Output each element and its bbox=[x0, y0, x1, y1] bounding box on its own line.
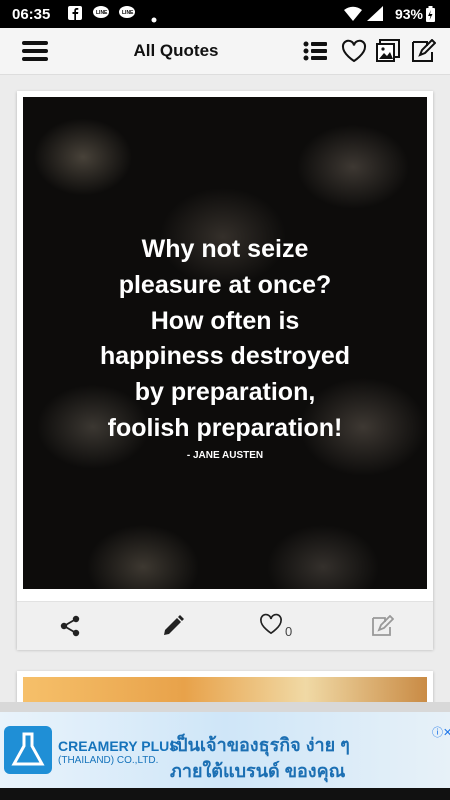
ad-banner-image[interactable]: CREAMERY PLUS (THAILAND) CO.,LTD. เป็นเจ… bbox=[0, 712, 450, 790]
quote-text: Why not seize pleasure at once? How ofte… bbox=[23, 232, 427, 447]
ad-banner[interactable]: CREAMERY PLUS (THAILAND) CO.,LTD. เป็นเจ… bbox=[0, 702, 450, 800]
edit-icon[interactable] bbox=[370, 614, 394, 638]
gallery-icon[interactable] bbox=[373, 36, 403, 66]
card-actions: 0 bbox=[17, 601, 433, 650]
app-bar: All Quotes bbox=[0, 28, 450, 75]
dot-icon bbox=[151, 10, 157, 26]
ad-brand-sub: (THAILAND) CO.,LTD. bbox=[58, 755, 159, 766]
quote-line: foolish preparation! bbox=[107, 413, 343, 442]
heart-icon[interactable] bbox=[339, 36, 369, 66]
quote-line: pleasure at once? bbox=[118, 270, 332, 299]
wifi-icon bbox=[344, 6, 362, 24]
quote-line: Why not seize bbox=[141, 235, 309, 263]
edit-icon[interactable] bbox=[408, 36, 438, 66]
quote-image[interactable]: Why not seize pleasure at once? How ofte… bbox=[23, 97, 427, 589]
pencil-icon[interactable] bbox=[162, 614, 184, 638]
signal-icon bbox=[367, 6, 383, 24]
battery-percent: 93% bbox=[394, 6, 423, 22]
quote-line: How often is bbox=[150, 306, 300, 335]
quote-author: - JANE AUSTEN bbox=[186, 450, 264, 461]
status-bar: 06:35 LINE LINE 93% bbox=[0, 0, 450, 28]
quote-line: happiness destroyed bbox=[99, 342, 351, 371]
line-icon: LINE bbox=[119, 6, 135, 23]
ad-headline: เป็นเจ้าของธุรกิจ ง่าย ๆ bbox=[170, 735, 350, 755]
like-button[interactable]: 0 bbox=[259, 613, 293, 640]
svg-text:LINE: LINE bbox=[122, 10, 134, 16]
like-count: 0 bbox=[285, 623, 293, 639]
ad-brand: CREAMERY PLUS bbox=[58, 738, 179, 754]
brand-logo bbox=[4, 726, 52, 774]
share-icon[interactable] bbox=[59, 614, 81, 638]
ad-headline: ภายใต้แบรนด์ ของคุณ bbox=[170, 761, 346, 781]
list-icon[interactable] bbox=[300, 36, 330, 66]
svg-text:LINE: LINE bbox=[96, 10, 108, 16]
quote-line: by preparation, bbox=[134, 378, 316, 407]
battery-icon bbox=[426, 6, 435, 25]
heart-outline-icon bbox=[259, 613, 283, 640]
line-icon: LINE bbox=[93, 6, 109, 23]
ad-close-icon[interactable]: ⓘ✕ bbox=[432, 724, 450, 739]
status-time: 06:35 bbox=[12, 6, 51, 23]
facebook-icon bbox=[68, 6, 82, 23]
system-nav-bar bbox=[0, 788, 450, 800]
quote-card[interactable]: Why not seize pleasure at once? How ofte… bbox=[17, 91, 433, 650]
